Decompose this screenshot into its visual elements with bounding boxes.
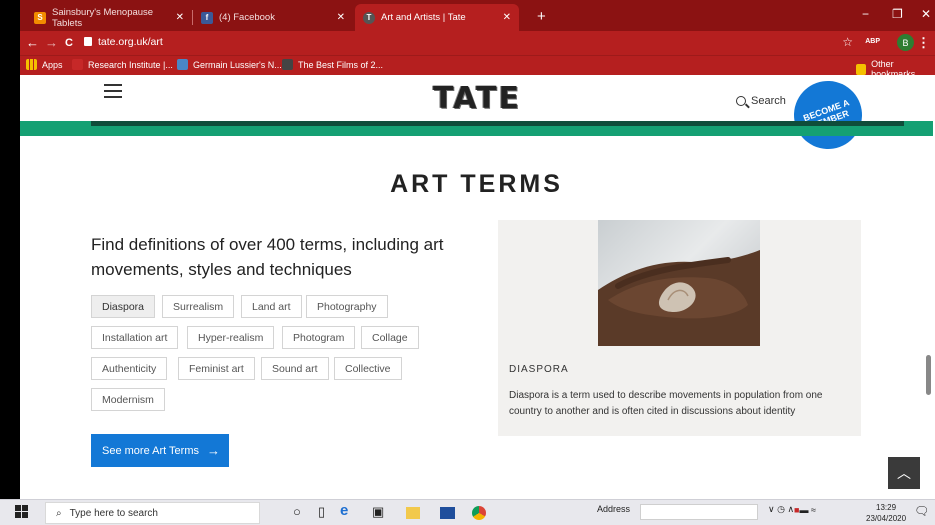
- card-caption: DIASPORA: [509, 364, 569, 375]
- term-chip-modernism[interactable]: Modernism: [91, 388, 165, 411]
- chevron-up-icon: ︿: [897, 465, 911, 481]
- featured-term-card[interactable]: DIASPORA Diaspora is a term used to desc…: [498, 220, 861, 436]
- file-explorer-icon[interactable]: [406, 507, 420, 519]
- term-chip-collective[interactable]: Collective: [334, 357, 402, 380]
- close-window-button[interactable]: ✕: [921, 7, 931, 21]
- store-icon[interactable]: ▣: [372, 504, 384, 520]
- taskbar-clock[interactable]: 13:29 23/04/2020: [866, 502, 906, 524]
- bookmark-apps[interactable]: Apps: [26, 59, 63, 70]
- search-icon: ⌕: [56, 507, 62, 519]
- restore-button[interactable]: ❐: [892, 7, 903, 21]
- minimize-button[interactable]: −: [862, 7, 869, 21]
- clock-date: 23/04/2020: [866, 514, 907, 523]
- reload-button[interactable]: C: [65, 37, 73, 49]
- close-tab-icon[interactable]: ✕: [337, 12, 345, 23]
- clock-time: 13:29: [876, 503, 897, 512]
- bookmark-label: Apps: [42, 59, 63, 70]
- bookmark-icon: [72, 59, 83, 70]
- tate-favicon-icon: T: [363, 11, 375, 24]
- tab-title: (4) Facebook: [219, 12, 275, 23]
- tab-title: Art and Artists | Tate: [381, 12, 466, 23]
- address-bar: ← → C tate.org.uk/art ☆ ABP B ⋮: [20, 31, 935, 55]
- system-tray-icons[interactable]: ∨ ◷ ∧ ■ ▬ ≈: [768, 504, 816, 515]
- header-band: [20, 121, 933, 136]
- scrollbar-thumb[interactable]: [926, 355, 931, 395]
- bookmark-germain-lussier[interactable]: Germain Lussier's N...: [177, 59, 282, 70]
- back-button[interactable]: ←: [26, 35, 39, 50]
- bookmark-label: Germain Lussier's N...: [193, 59, 282, 70]
- new-tab-button[interactable]: +: [537, 8, 546, 25]
- taskbar-search-input[interactable]: ⌕ Type here to search: [45, 502, 260, 524]
- chrome-icon[interactable]: [472, 506, 486, 520]
- cta-label: See more Art Terms: [102, 444, 199, 457]
- search-label: Search: [751, 95, 786, 107]
- term-chip-feminist-art[interactable]: Feminist art: [178, 357, 255, 380]
- bookmark-best-films[interactable]: The Best Films of 2...: [282, 59, 383, 70]
- tab-strip: S Sainsbury's Menopause Tablets ✕ f (4) …: [20, 0, 935, 31]
- close-tab-icon[interactable]: ✕: [503, 12, 511, 23]
- intro-text: Find definitions of over 400 terms, incl…: [91, 235, 444, 279]
- bookmark-label: The Best Films of 2...: [298, 59, 384, 70]
- apps-icon: [26, 59, 37, 70]
- term-chip-land-art[interactable]: Land art: [241, 295, 302, 318]
- forward-button[interactable]: →: [45, 35, 58, 50]
- bookmark-label: Research Institute |...: [88, 59, 173, 70]
- term-chip-surrealism[interactable]: Surrealism: [162, 295, 235, 318]
- sainsburys-favicon-icon: S: [34, 11, 46, 24]
- hand-image: [598, 250, 760, 346]
- mail-icon[interactable]: [440, 507, 455, 519]
- edge-icon[interactable]: e: [340, 502, 348, 519]
- bookmark-icon: [177, 59, 188, 70]
- profile-avatar[interactable]: B: [897, 34, 914, 51]
- hamburger-menu-icon[interactable]: [104, 84, 122, 102]
- card-description: Diaspora is a term used to describe move…: [509, 390, 823, 417]
- see-more-art-terms-button[interactable]: See more Art Terms →: [91, 434, 229, 467]
- tab-facebook[interactable]: f (4) Facebook ✕: [193, 4, 353, 31]
- url-field[interactable]: tate.org.uk/art: [98, 36, 163, 48]
- bookmark-research-institute[interactable]: Research Institute |...: [72, 59, 173, 70]
- facebook-favicon-icon: f: [201, 11, 213, 24]
- term-chip-photogram[interactable]: Photogram: [282, 326, 356, 349]
- page-content: TATE Search BECOME A MEMBER ART TERMS Fi…: [20, 75, 933, 499]
- task-view-icon[interactable]: ▯: [318, 504, 325, 520]
- tate-logo[interactable]: TATE: [433, 81, 521, 116]
- featured-term-image: [598, 220, 760, 346]
- bookmark-star-icon[interactable]: ☆: [842, 35, 853, 49]
- menu-icon[interactable]: ⋮: [917, 35, 930, 51]
- term-chip-collage[interactable]: Collage: [361, 326, 419, 349]
- folder-icon: [856, 63, 867, 75]
- term-chip-installation-art[interactable]: Installation art: [91, 326, 179, 349]
- windows-start-icon[interactable]: [15, 505, 28, 518]
- notifications-icon[interactable]: 🗨: [914, 504, 929, 518]
- term-chip-diaspora[interactable]: Diaspora: [91, 295, 156, 318]
- page-title: ART TERMS: [390, 170, 563, 198]
- bookmark-icon: [282, 59, 293, 70]
- taskbar-search-placeholder: Type here to search: [69, 507, 158, 519]
- term-chip-hyper-realism[interactable]: Hyper-realism: [187, 326, 275, 349]
- screen: S Sainsbury's Menopause Tablets ✕ f (4) …: [0, 0, 935, 525]
- term-chip-authenticity[interactable]: Authenticity: [91, 357, 168, 380]
- tab-title: Sainsbury's Menopause Tablets: [52, 6, 154, 29]
- adblock-icon[interactable]: ABP: [865, 38, 880, 45]
- scroll-to-top-button[interactable]: ︿: [888, 457, 920, 489]
- arrow-right-icon: →: [207, 443, 220, 458]
- bookmarks-bar: Apps Research Institute |... Germain Lus…: [20, 55, 935, 79]
- address-toolbar-input[interactable]: [640, 504, 758, 520]
- search-button[interactable]: Search: [736, 95, 786, 107]
- close-tab-icon[interactable]: ✕: [176, 12, 184, 23]
- cortana-icon[interactable]: ○: [293, 504, 301, 519]
- lock-icon: [84, 37, 92, 46]
- taskbar: ⌕ Type here to search ○ ▯ e ▣ Address ∨ …: [0, 499, 935, 525]
- search-icon: [736, 96, 746, 106]
- header-band-inner: [91, 121, 904, 126]
- term-chip-sound-art[interactable]: Sound art: [261, 357, 329, 380]
- tab-tate[interactable]: T Art and Artists | Tate ✕: [355, 4, 519, 31]
- tab-sainsburys[interactable]: S Sainsbury's Menopause Tablets ✕: [26, 4, 193, 31]
- become-member-button[interactable]: BECOME A MEMBER: [784, 75, 872, 159]
- address-toolbar-label: Address: [597, 504, 631, 514]
- window-border: [0, 0, 20, 499]
- term-chip-photography[interactable]: Photography: [306, 295, 388, 318]
